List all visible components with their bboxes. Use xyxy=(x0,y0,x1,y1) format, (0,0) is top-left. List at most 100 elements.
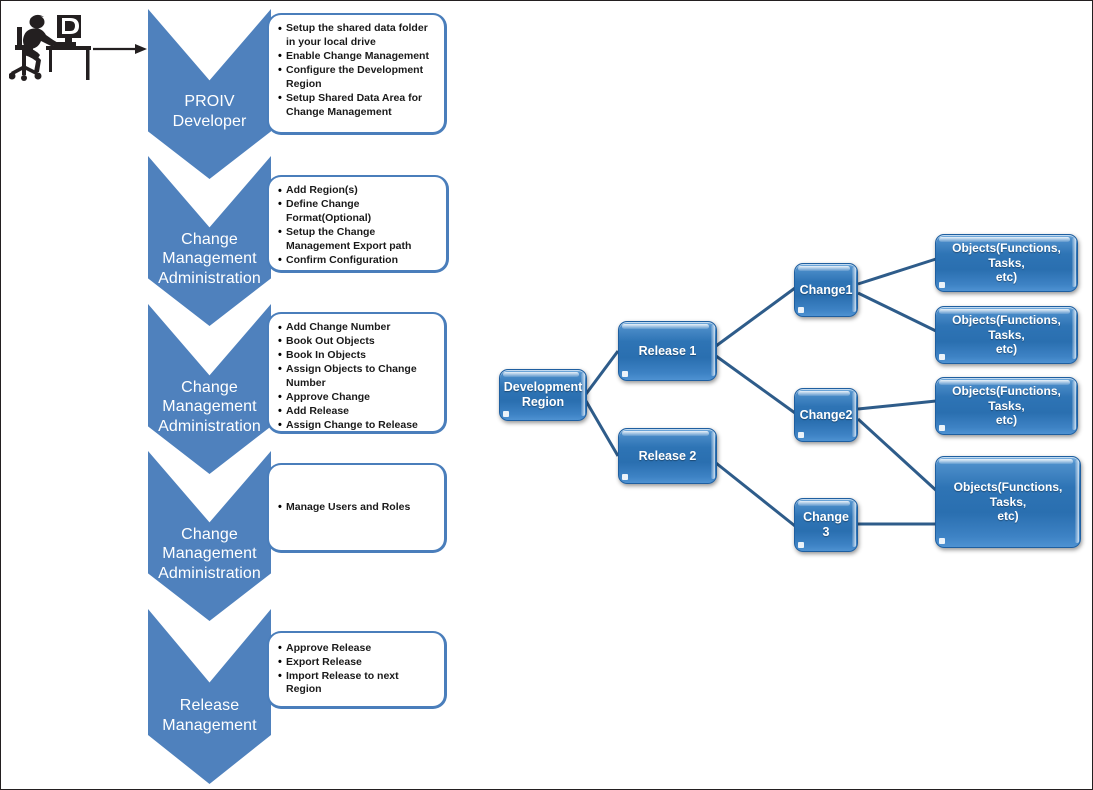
node-line: Objects(Functions, Tasks, xyxy=(953,480,1063,509)
task-callout-5[interactable]: Approve Release Export Release Import Re… xyxy=(267,631,447,709)
process-step-chevron-1[interactable]: PROIV Developer xyxy=(148,9,271,179)
task-item: Book Out Objects xyxy=(278,334,434,349)
node-change-3[interactable]: Change 3 xyxy=(794,498,858,552)
node-label-development-region: Development Region xyxy=(500,380,586,410)
task-item: Book In Objects xyxy=(278,348,434,363)
arrow-right-icon xyxy=(93,44,147,54)
node-bevel-corner xyxy=(798,542,804,548)
edge-release1-change2 xyxy=(715,354,796,415)
chevron-line: Change xyxy=(181,525,238,543)
chevron-line: Change xyxy=(181,230,238,248)
edge-release2-change3 xyxy=(715,461,796,528)
node-line: Objects(Functions, Tasks, xyxy=(952,241,1061,270)
task-callout-1[interactable]: Setup the shared data folder in your loc… xyxy=(267,13,447,135)
edge-devregion-release2 xyxy=(584,400,620,457)
task-callout-3[interactable]: Add Change Number Book Out Objects Book … xyxy=(267,312,447,434)
node-bevel-corner xyxy=(939,538,945,544)
node-bevel-corner xyxy=(622,371,628,377)
task-list-4: Manage Users and Roles xyxy=(278,500,434,515)
node-label-change-1: Change1 xyxy=(799,282,853,297)
chevron-line: Developer xyxy=(172,113,247,130)
chevron-line: PROIV xyxy=(184,93,235,111)
node-bevel-corner xyxy=(798,432,804,438)
task-callout-2[interactable]: Add Region(s) Define Change Format(Optio… xyxy=(267,175,449,273)
task-item: Add Change Number xyxy=(278,321,434,336)
task-item: Add Region(s) xyxy=(278,184,436,199)
chevron-line: Administration xyxy=(158,417,261,435)
edge-change1-objects1 xyxy=(857,257,937,286)
node-line: Development xyxy=(503,380,583,394)
node-release-1[interactable]: Release 1 xyxy=(618,321,717,381)
node-bevel-corner xyxy=(798,307,804,313)
edge-change2-objects4 xyxy=(856,417,941,495)
node-label-objects-3: Objects(Functions, Tasks, etc) xyxy=(936,384,1077,427)
task-item: Setup Shared Data Area for Change Manage… xyxy=(278,91,434,120)
task-item: Approve Change xyxy=(278,390,434,405)
task-item: Manage Users and Roles xyxy=(278,500,434,515)
node-label-objects-2: Objects(Functions, Tasks, etc) xyxy=(936,313,1077,356)
task-item: Confirm Configuration xyxy=(278,253,436,268)
node-release-2[interactable]: Release 2 xyxy=(618,428,717,484)
edge-change1-objects2 xyxy=(857,291,937,333)
node-objects-2[interactable]: Objects(Functions, Tasks, etc) xyxy=(935,306,1078,364)
node-line: Region xyxy=(521,395,565,409)
task-item: Enable Change Management xyxy=(278,49,434,64)
task-item: Approve Release xyxy=(278,641,434,656)
node-line: etc) xyxy=(995,270,1018,285)
chevron-line: Administration xyxy=(158,269,261,287)
process-step-chevron-4[interactable]: Change Management Administration xyxy=(148,451,271,621)
node-objects-3[interactable]: Objects(Functions, Tasks, etc) xyxy=(935,377,1078,435)
task-item: Configure the Development Region xyxy=(278,63,434,92)
node-line: Objects(Functions, Tasks, xyxy=(952,384,1061,413)
edge-change2-objects3 xyxy=(857,399,937,411)
task-item: Assign Change to Release xyxy=(278,418,434,433)
chevron-label-1: PROIV Developer xyxy=(151,56,269,131)
edge-devregion-release1 xyxy=(584,350,620,395)
node-line: etc) xyxy=(995,413,1018,428)
node-label-change-2: Change2 xyxy=(799,407,853,422)
chevron-label-5: Release Management xyxy=(151,658,269,735)
node-development-region[interactable]: Development Region xyxy=(499,369,587,421)
node-change-2[interactable]: Change2 xyxy=(794,388,858,442)
task-list-3: Add Change Number Book Out Objects Book … xyxy=(278,321,434,433)
task-item: Add Release xyxy=(278,404,434,419)
task-item: Setup the shared data folder in your loc… xyxy=(278,22,434,50)
node-line: etc) xyxy=(997,509,1019,524)
task-item: Export Release xyxy=(278,655,434,670)
node-line: Objects(Functions, Tasks, xyxy=(952,313,1061,342)
process-step-chevron-3[interactable]: Change Management Administration xyxy=(148,304,271,474)
task-item: Import Release to next Region xyxy=(278,669,434,698)
chevron-line: Management xyxy=(162,250,257,268)
node-objects-1[interactable]: Objects(Functions, Tasks, etc) xyxy=(935,234,1078,292)
chevron-line: Management xyxy=(162,716,257,734)
task-list-1: Setup the shared data folder in your loc… xyxy=(278,22,434,120)
chevron-line: Change xyxy=(181,378,238,396)
node-label-release-1: Release 1 xyxy=(638,343,697,358)
task-item: Setup the Change Management Export path xyxy=(278,225,436,254)
node-change-1[interactable]: Change1 xyxy=(794,263,858,317)
edge-release1-change1 xyxy=(715,286,796,348)
node-label-release-2: Release 2 xyxy=(638,448,697,463)
node-label-objects-1: Objects(Functions, Tasks, etc) xyxy=(936,241,1077,284)
process-step-chevron-2[interactable]: Change Management Administration xyxy=(148,156,271,326)
node-label-objects-4: Objects(Functions, Tasks, etc) xyxy=(936,480,1080,523)
task-callout-4[interactable]: Manage Users and Roles xyxy=(267,463,447,553)
chevron-label-2: Change Management Administration xyxy=(151,194,269,289)
node-line: etc) xyxy=(995,342,1018,357)
chevron-label-3: Change Management Administration xyxy=(151,342,269,437)
task-item: Define Change Format(Optional) xyxy=(278,197,436,226)
task-list-5: Approve Release Export Release Import Re… xyxy=(278,641,434,698)
chevron-line: Release xyxy=(179,696,240,714)
chevron-line: Management xyxy=(162,398,257,416)
task-item: Assign Objects to Change Number xyxy=(278,362,434,391)
chevron-line: Management xyxy=(162,545,257,563)
process-step-chevron-5[interactable]: Release Management xyxy=(148,609,271,784)
node-bevel-corner xyxy=(503,411,509,417)
node-objects-4[interactable]: Objects(Functions, Tasks, etc) xyxy=(935,456,1081,548)
node-bevel-corner xyxy=(622,474,628,480)
node-label-change-3: Change 3 xyxy=(803,510,849,539)
task-list-2: Add Region(s) Define Change Format(Optio… xyxy=(278,184,436,268)
chevron-line: Administration xyxy=(158,564,261,582)
chevron-label-4: Change Management Administration xyxy=(151,489,269,584)
diagram-canvas: PROIV Developer Change Management Admini… xyxy=(0,0,1093,790)
